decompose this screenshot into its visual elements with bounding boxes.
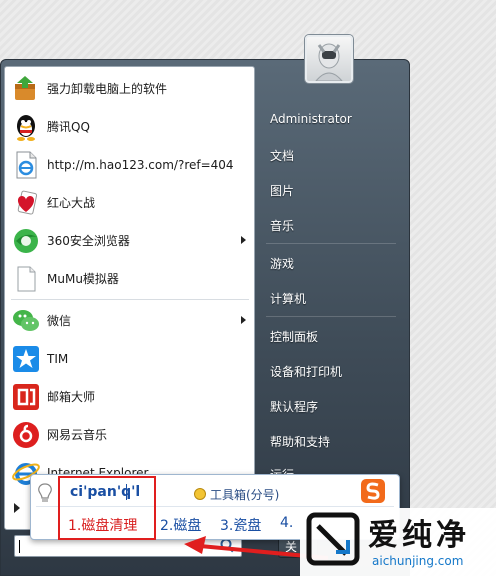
web-page-icon [16,151,37,179]
right-item-help-support[interactable]: 帮助和支持 [270,433,330,450]
program-label: 360安全浏览器 [47,234,130,248]
programs-separator [11,299,249,300]
right-item-default-programs[interactable]: 默认程序 [270,398,318,415]
pinned-programs-pane: 强力卸载电脑上的软件 腾讯QQ http://m.hao123.com/?ref… [4,66,255,530]
blank-file-icon [17,266,36,292]
program-item-mumu[interactable]: MuMu模拟器 [5,261,254,297]
right-item-games[interactable]: 游戏 [270,255,294,272]
uninstall-icon [15,76,35,100]
right-item-control-panel[interactable]: 控制面板 [270,328,318,345]
mail-master-icon [13,384,39,410]
text-caret [19,540,20,553]
program-label: 网易云音乐 [47,428,108,442]
user-avatar[interactable] [305,35,353,83]
netease-music-icon [13,422,39,448]
program-item-netease-music[interactable]: 网易云音乐 [5,417,254,453]
toolbox-icon[interactable] [194,488,206,500]
ime-toolbox-label[interactable]: 工具箱(分号) [210,486,279,503]
right-item-user[interactable]: Administrator [270,112,352,126]
right-item-computer[interactable]: 计算机 [270,290,306,307]
user-picture-icon [315,43,343,81]
program-item-uninstall[interactable]: 强力卸载电脑上的软件 [5,71,254,107]
watermark-title: 爱纯净 [368,518,470,553]
program-label: 腾讯QQ [47,120,90,134]
right-pane-separator [266,316,396,317]
program-label: 微信 [47,314,72,328]
ime-candidate-4[interactable]: 4. [280,515,293,531]
sogou-logo-icon [361,479,385,503]
watermark-logo-icon [306,512,360,566]
all-programs-arrow-icon[interactable] [14,503,20,513]
program-item-tim[interactable]: TIM [5,341,254,377]
program-label: 强力卸载电脑上的软件 [47,82,168,96]
wechat-icon [13,310,39,331]
program-label: MuMu模拟器 [47,272,119,286]
program-label: http://m.hao123.com/?ref=404 [47,158,234,172]
lightbulb-icon[interactable] [36,482,54,504]
tim-icon [13,346,39,372]
program-label: 红心大战 [47,196,96,210]
annotation-highlight-box [58,476,156,540]
right-item-devices-printers[interactable]: 设备和打印机 [270,363,342,380]
right-pane-separator [266,243,396,244]
program-item-wechat[interactable]: 微信 [5,303,254,339]
program-label: 邮箱大师 [47,390,96,404]
right-item-music[interactable]: 音乐 [270,217,294,234]
browser-360-icon [14,229,38,253]
hearts-game-icon [17,190,38,215]
submenu-arrow-icon[interactable] [241,316,246,324]
right-item-pictures[interactable]: 图片 [270,182,294,199]
program-label: TIM [47,352,69,366]
program-item-hearts[interactable]: 红心大战 [5,185,254,221]
qq-penguin-icon [17,115,35,141]
submenu-arrow-icon[interactable] [241,236,246,244]
watermark-url: aichunjing.com [372,554,464,568]
right-item-documents[interactable]: 文档 [270,147,294,164]
program-item-hao123[interactable]: http://m.hao123.com/?ref=404 [5,147,254,183]
program-item-360-browser[interactable]: 360安全浏览器 [5,223,254,259]
program-item-mail-master[interactable]: 邮箱大师 [5,379,254,415]
program-item-qq[interactable]: 腾讯QQ [5,109,254,145]
